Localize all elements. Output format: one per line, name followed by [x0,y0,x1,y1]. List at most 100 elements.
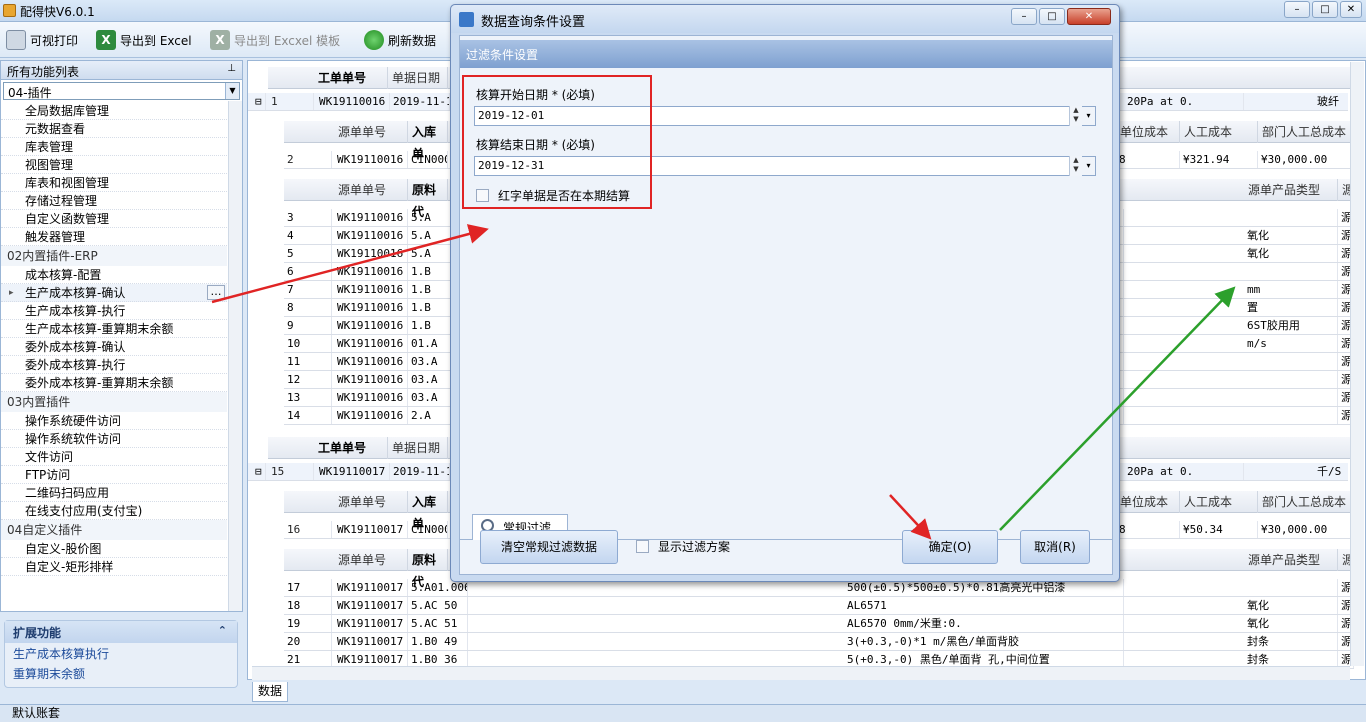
plugin-category-select[interactable]: 04-插件 ▼ [3,82,240,100]
source-cell: WK19110017 [334,633,408,650]
sidebar-item[interactable]: 自定义-矩形排样 [1,558,227,576]
grid-horizontal-scrollbar[interactable] [252,666,1350,680]
end-date-spinner[interactable]: ▲ ▼ [1069,156,1082,176]
sidebar-item[interactable]: 生产成本核算-确认 ▸… [1,284,227,302]
col-order-no[interactable]: 工单单号 [314,437,388,459]
col-order-no[interactable]: 工单单号 [314,67,388,89]
dialog-minimize-button[interactable]: – [1011,8,1037,25]
sidebar-item[interactable]: FTP访问 [1,466,227,484]
plugin-category-value: 04-插件 [8,86,52,100]
grid-tab-data[interactable]: 数据 [252,682,288,702]
sidebar-item[interactable]: 操作系统硬件访问 [1,412,227,430]
sidebar-item[interactable]: 委外成本核算-确认 [1,338,227,356]
source-cell: WK19110017 [334,579,408,596]
sidebar-group-erp[interactable]: 02内置插件-ERP [1,246,227,266]
col-unit-cost[interactable]: 单位成本 [1116,491,1180,513]
type-cell: 6ST胶用用 [1244,317,1338,334]
sidebar-item[interactable]: 生产成本核算-执行 [1,302,227,320]
grid-vertical-scrollbar[interactable] [1350,62,1364,666]
col-labor-cost[interactable]: 人工成本 [1180,491,1258,513]
expand-icon[interactable]: ⊟ [252,463,266,480]
col-labor-cost[interactable]: 人工成本 [1180,121,1258,143]
sidebar-item[interactable]: 操作系统软件访问 [1,430,227,448]
start-date-spinner[interactable]: ▲ ▼ [1069,106,1082,126]
maximize-button[interactable]: □ [1312,1,1338,18]
filter-section-title: 过滤条件设置 [460,40,1112,68]
collapse-icon[interactable]: ⌃ [218,624,227,637]
sidebar-item[interactable]: 自定义函数管理 [1,210,227,228]
col-doc-date[interactable]: 单据日期 [388,437,448,459]
clear-filter-button[interactable]: 清空常规过滤数据 [480,530,618,564]
ok-button[interactable]: 确定(O) [902,530,998,564]
material-cell: 1.B0 49 [408,633,468,650]
sidebar-item[interactable]: 生产成本核算-重算期末余额 [1,320,227,338]
unit-cost-cell: 8 [1116,521,1180,538]
refresh-button[interactable]: 刷新数据 [364,28,436,52]
col-material-code[interactable]: 原料代 [408,549,448,589]
chevron-down-icon[interactable]: ▾ [1082,106,1096,126]
sidebar-item[interactable]: 视图管理 [1,156,227,174]
sidebar-item[interactable]: 委外成本核算-重算期末余额 [1,374,227,392]
col-dept-labor-total[interactable]: 部门人工总成本 [1258,121,1354,143]
ext-link-execute[interactable]: 生产成本核算执行 [5,643,237,663]
show-scheme-label: 显示过滤方案 [658,540,731,554]
row-number: 19 [284,615,332,632]
table-row[interactable]: 18 WK19110017 5.AC 50 AL6571 氧化源 [284,597,1354,615]
sidebar-item[interactable]: 库表和视图管理 [1,174,227,192]
extension-panel-header[interactable]: 扩展功能 ⌃ [5,621,237,643]
ext-link-recalc[interactable]: 重算期末余额 [5,663,237,683]
table-row[interactable]: 20 WK19110017 1.B0 49 3(+0.3,-0)*1 m/黑色/单面背… [284,633,1354,651]
col-doc-date[interactable]: 单据日期 [388,67,448,89]
sidebar-item[interactable]: 文件访问 [1,448,227,466]
sidebar-item[interactable]: 在线支付应用(支付宝) [1,502,227,520]
sidebar-item[interactable]: 元数据查看 [1,120,227,138]
sidebar-item[interactable]: 自定义-股价图 [1,540,227,558]
sidebar-item[interactable]: 库表管理 [1,138,227,156]
pin-icon[interactable]: ⊥ [227,63,236,74]
col-source-no[interactable]: 源单单号 [334,121,408,143]
chevron-down-icon[interactable]: ▾ [1082,156,1096,176]
col-source-no-2[interactable]: 源单单号 [334,179,408,201]
sidebar-item[interactable]: 委外成本核算-执行 [1,356,227,374]
col-dept-labor-total[interactable]: 部门人工总成本 [1258,491,1354,513]
close-button[interactable]: ✕ [1340,1,1362,18]
dialog-close-button[interactable]: ✕ [1067,8,1111,25]
sidebar-item[interactable]: 全局数据库管理 [1,102,227,120]
col-material-code[interactable]: 原料代 [408,179,448,219]
material-cell: 5.AC 51 [408,615,468,632]
function-list: 全局数据库管理 元数据查看 库表管理 视图管理 库表和视图管理 存储过程管理 自定义函数管理… [1,102,242,576]
material-cell: 5.AC 50 [408,597,468,614]
col-in-stock[interactable]: 入库单 [408,121,448,161]
dialog-maximize-button[interactable]: □ [1039,8,1065,25]
labor-cell: ¥50.34 [1180,521,1258,538]
col-source-product-type[interactable]: 源单产品类型 [1244,179,1338,201]
show-scheme-checkbox[interactable] [636,540,649,553]
ellipsis-button[interactable]: … [207,285,225,300]
sidebar-item[interactable]: 触发器管理 [1,228,227,246]
col-source-product-type[interactable]: 源单产品类型 [1244,549,1338,571]
cancel-button[interactable]: 取消(R) [1020,530,1090,564]
expand-icon[interactable]: ⊟ [252,93,266,110]
chevron-down-icon[interactable]: ▼ [225,83,239,99]
sidebar-item[interactable]: 成本核算-配置 [1,266,227,284]
col-unit-cost[interactable]: 单位成本 [1116,121,1180,143]
col-source-no-2[interactable]: 源单单号 [334,549,408,571]
function-list-scrollbar[interactable] [228,101,242,611]
sidebar-item[interactable]: 存储过程管理 [1,192,227,210]
sidebar-group-custom[interactable]: 04自定义插件 [1,520,227,540]
sidebar-item[interactable]: 二维码扫码应用 [1,484,227,502]
source-cell: WK19110016 [334,353,408,370]
minimize-button[interactable]: – [1284,1,1310,18]
table-row[interactable]: 19 WK19110017 5.AC 51 AL6570 0mm/米重:0. 氧化源 [284,615,1354,633]
col-source-no[interactable]: 源单单号 [334,491,408,513]
export-template-button[interactable]: X 导出到 Excxel 模板 [210,28,340,52]
total-cell: ¥30,000.00 [1258,521,1354,538]
type-cell [1244,209,1338,226]
export-excel-button[interactable]: X 导出到 Excel [96,28,192,52]
function-list-header: 所有功能列表 ⊥ [1,61,242,80]
print-button[interactable]: 可视打印 [6,28,78,52]
col-in-stock[interactable]: 入库单 [408,491,448,531]
refresh-icon [364,30,384,50]
sidebar-group-builtin[interactable]: 03内置插件 [1,392,227,412]
type-cell: 封条 [1244,633,1338,650]
